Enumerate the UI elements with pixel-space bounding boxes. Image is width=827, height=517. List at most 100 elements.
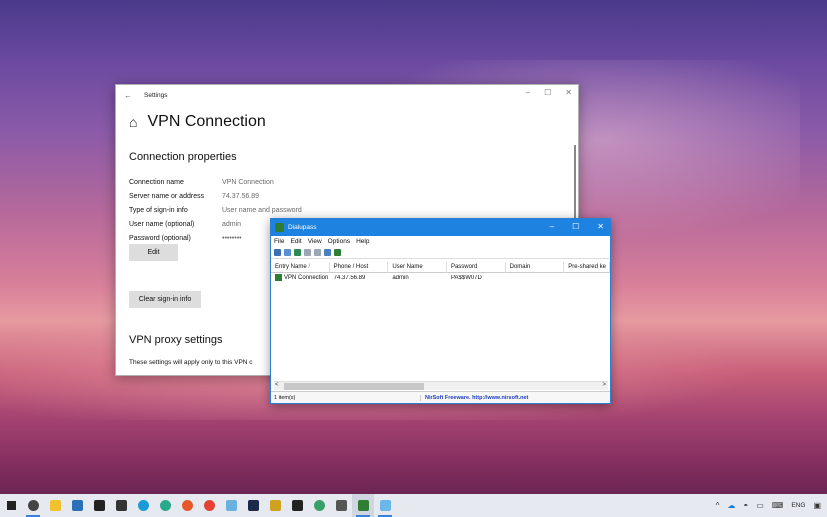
close-button[interactable]: ✕ — [597, 222, 604, 231]
command-icon — [247, 500, 259, 511]
menu-file[interactable]: File — [274, 238, 284, 245]
menu-options[interactable]: Options — [328, 238, 350, 245]
property-label: User name (optional) — [129, 221, 195, 228]
close-button[interactable]: ✕ — [565, 88, 572, 97]
edge-icon — [137, 500, 149, 511]
cell-user: admin — [392, 275, 409, 281]
status-bar: 1 item(s) NirSoft Freeware. http://www.n… — [271, 391, 610, 403]
taskbar-firefox[interactable] — [176, 494, 198, 517]
onedrive-icon[interactable]: ☁ — [727, 501, 735, 510]
notifications-icon[interactable]: ▣ — [813, 501, 821, 510]
folder-icon — [49, 500, 61, 511]
cell-password: PA$$W07D — [450, 275, 482, 281]
properties-icon[interactable] — [284, 249, 291, 256]
menu-edit[interactable]: Edit — [290, 238, 301, 245]
table-header: Entry Name / Phone / Host User Name Pass… — [271, 261, 610, 273]
window-icon — [379, 500, 391, 511]
dialupass-app-icon — [275, 223, 284, 232]
windows-icon — [6, 501, 16, 510]
table-row[interactable]: VPN Connection 74.37.56.89 admin PA$$W07… — [271, 273, 610, 283]
taskbar-edge[interactable] — [132, 494, 154, 517]
store-icon — [291, 500, 303, 511]
column-entry-name[interactable]: Entry Name / — [271, 261, 330, 273]
column-password[interactable]: Password — [447, 261, 506, 273]
maximize-button[interactable]: ☐ — [572, 222, 579, 231]
cloud-sync-icon[interactable]: ◓ — [743, 501, 748, 510]
taskbar-dialupass[interactable] — [352, 494, 374, 517]
show-hidden-icons-button[interactable]: ^ — [716, 501, 720, 510]
refresh-icon[interactable] — [294, 249, 301, 256]
taskbar-app-window[interactable] — [374, 494, 396, 517]
scroll-right-icon[interactable]: > — [602, 382, 606, 388]
keyboard-icon[interactable]: ⌨ — [772, 501, 784, 510]
home-icon[interactable]: ⌂ — [129, 114, 137, 130]
taskbar-chrome[interactable] — [198, 494, 220, 517]
taskbar-app-photos[interactable] — [66, 494, 88, 517]
property-value: admin — [222, 221, 242, 228]
column-domain[interactable]: Domain — [506, 261, 565, 273]
property-row: Server name or address 74.37.56.89 — [129, 190, 302, 204]
photos-icon — [71, 500, 83, 511]
taskbar-app-terminal[interactable] — [88, 494, 110, 517]
copy-icon[interactable] — [304, 249, 311, 256]
scroll-left-icon[interactable]: < — [275, 382, 279, 388]
start-button[interactable] — [0, 494, 22, 517]
sort-indicator: / — [308, 263, 311, 270]
save-icon[interactable] — [274, 249, 281, 256]
property-value: VPN Connection — [222, 179, 274, 186]
back-arrow-icon[interactable]: ← — [124, 91, 132, 100]
property-row: Connection name VPN Connection — [129, 176, 302, 190]
page-header: ⌂ VPN Connection — [129, 113, 266, 131]
taskbar-app-snip[interactable] — [220, 494, 242, 517]
firefox-icon — [181, 500, 193, 511]
taskbar-file-explorer[interactable] — [44, 494, 66, 517]
find-icon[interactable] — [324, 249, 331, 256]
column-user-name[interactable]: User Name — [388, 261, 447, 273]
menu-view[interactable]: View — [308, 238, 322, 245]
column-pre-shared-key[interactable]: Pre-shared ke — [564, 261, 610, 273]
toolbar — [271, 247, 610, 259]
property-value: •••••••• — [222, 235, 242, 242]
cell-entry-name: VPN Connection — [271, 274, 330, 282]
dialupass-icon — [357, 500, 369, 511]
property-label: Server name or address — [129, 193, 205, 200]
maximize-button[interactable]: ☐ — [544, 88, 551, 97]
network-icon[interactable]: ▭ — [756, 501, 764, 510]
horizontal-scrollbar[interactable]: < > — [274, 381, 608, 390]
status-credit-link[interactable]: NirSoft Freeware. http://www.nirsoft.net — [421, 395, 528, 401]
scroll-thumb[interactable] — [284, 383, 424, 390]
edit-button[interactable]: Edit — [129, 244, 178, 261]
menu-help[interactable]: Help — [356, 238, 369, 245]
rocket-icon — [335, 500, 347, 511]
taskbar-edge-dev[interactable] — [308, 494, 330, 517]
taskbar-store[interactable] — [286, 494, 308, 517]
chrome-icon — [203, 500, 215, 511]
taskbar-app-visual[interactable] — [264, 494, 286, 517]
page-title: VPN Connection — [147, 113, 266, 130]
app-icon — [269, 500, 281, 511]
dialupass-title: Dialupass — [288, 224, 317, 231]
settings-app-title: Settings — [144, 91, 168, 99]
property-value: 74.37.56.89 — [222, 193, 259, 200]
console-icon — [115, 500, 127, 511]
taskbar-edge-beta[interactable] — [154, 494, 176, 517]
taskbar-settings[interactable] — [22, 494, 44, 517]
clear-sign-in-button[interactable]: Clear sign-in info — [129, 291, 201, 308]
minimize-button[interactable]: – — [526, 88, 530, 97]
column-phone-host[interactable]: Phone / Host — [330, 261, 389, 273]
status-item-count: 1 item(s) — [271, 394, 421, 401]
edge-dev-icon — [313, 500, 325, 511]
property-value: User name and password — [222, 207, 302, 214]
exit-icon[interactable] — [334, 249, 341, 256]
proxy-section-title: VPN proxy settings — [129, 334, 223, 346]
language-indicator[interactable]: ENG — [791, 502, 805, 509]
minimize-button[interactable]: – — [550, 222, 554, 231]
menu-bar: File Edit View Options Help — [271, 236, 610, 247]
property-label: Connection name — [129, 179, 184, 186]
taskbar-app-rocket[interactable] — [330, 494, 352, 517]
taskbar-app-powershell[interactable] — [110, 494, 132, 517]
taskbar-app-terminal2[interactable] — [242, 494, 264, 517]
html-report-icon[interactable] — [314, 249, 321, 256]
section-title: Connection properties — [129, 151, 237, 163]
snip-icon — [225, 500, 237, 511]
